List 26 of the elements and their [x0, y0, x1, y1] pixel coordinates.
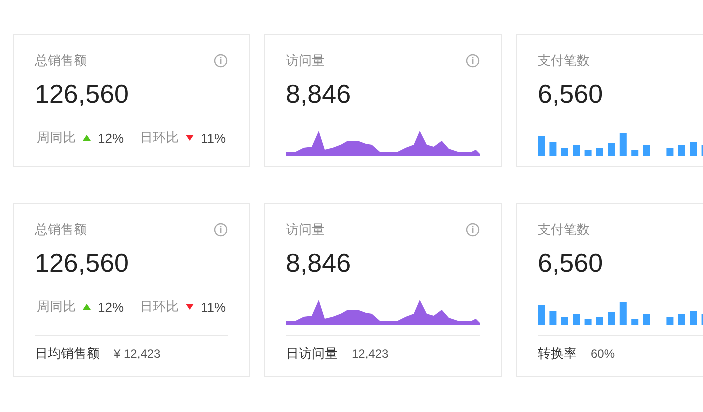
- footer-value: 12,423: [352, 347, 389, 361]
- stat-value: 8,846: [286, 247, 352, 280]
- trend-label: 日环比: [140, 298, 180, 316]
- trend-label: 周同比: [37, 298, 76, 316]
- footer-label: 转换率: [538, 345, 577, 363]
- stat-value: 8,846: [286, 78, 352, 111]
- card-title: 访问量: [286, 52, 325, 70]
- card-title: 总销售额: [35, 52, 87, 70]
- card-title: 支付笔数: [538, 52, 590, 70]
- footer-label: 日均销售额: [35, 345, 100, 363]
- trend-value: 12%: [98, 300, 124, 314]
- trend-value: 12%: [98, 130, 124, 146]
- stat-value: 126,560: [35, 78, 129, 111]
- card-title: 访问量: [286, 221, 325, 239]
- stat-value: 6,560: [538, 247, 604, 280]
- footer-value: 60%: [591, 347, 616, 361]
- footer-value: ¥ 12,423: [114, 347, 161, 361]
- trend-label: 日环比: [140, 129, 180, 147]
- footer-label: 日访问量: [286, 345, 338, 363]
- trend-label: 周同比: [37, 129, 76, 147]
- trend-value: 11%: [201, 300, 226, 314]
- stat-value: 6,560: [538, 78, 604, 111]
- card-title: 支付笔数: [538, 221, 590, 239]
- trend-value: 11%: [201, 130, 226, 146]
- stat-value: 126,560: [35, 247, 129, 280]
- card-title: 总销售额: [35, 221, 87, 239]
